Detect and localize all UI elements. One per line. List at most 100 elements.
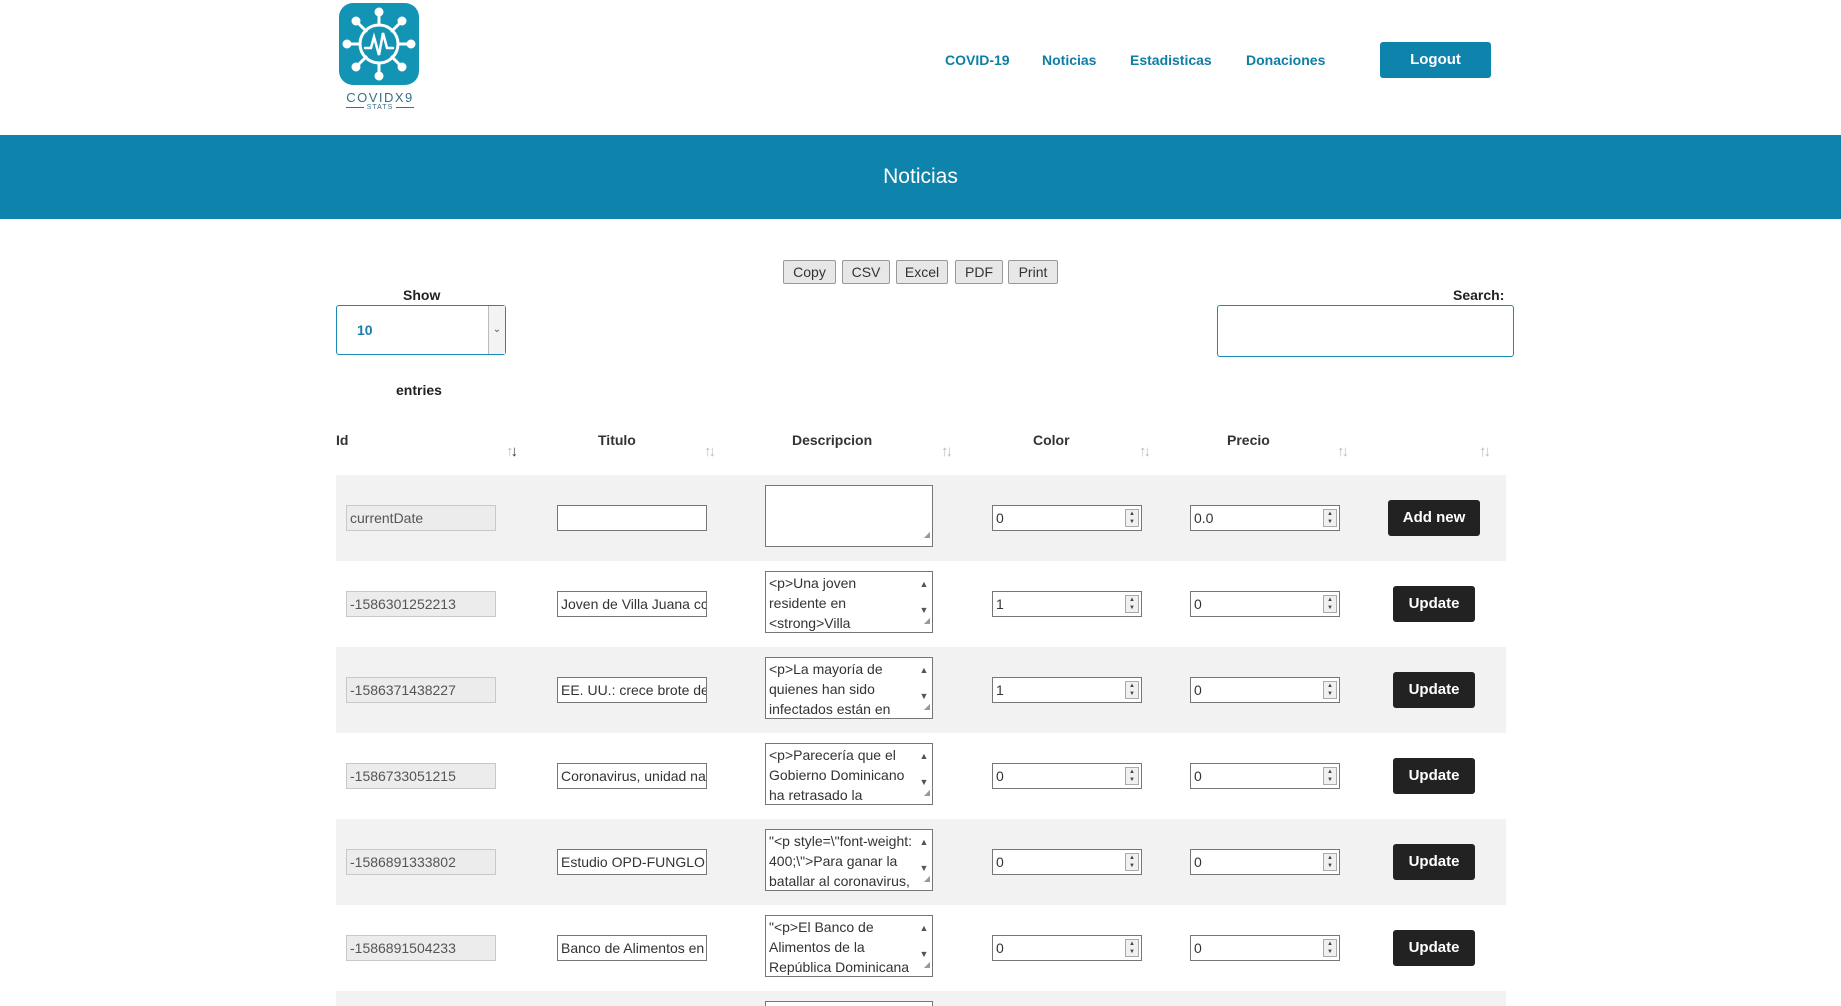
column-header-precio[interactable]: Precio	[1227, 432, 1270, 448]
color-input[interactable]: 0 ▲ ▼	[992, 935, 1142, 961]
spinner-icon[interactable]: ▲ ▼	[1125, 509, 1139, 527]
precio-input[interactable]: 0 ▲ ▼	[1190, 591, 1340, 617]
table-row	[336, 991, 1506, 1006]
nav-link-covid19[interactable]: COVID-19	[945, 52, 1010, 68]
column-header-id[interactable]: Id	[336, 432, 348, 448]
sort-icon[interactable]: ↑↓	[1337, 443, 1349, 460]
spinner-icon[interactable]: ▲ ▼	[1323, 853, 1337, 871]
color-value: 0	[996, 940, 1004, 956]
table-row: -1586301252213 Joven de Villa Juana cc <…	[336, 561, 1506, 647]
entries-label: entries	[396, 382, 442, 398]
spinner-icon[interactable]: ▲ ▼	[1323, 509, 1337, 527]
titulo-input[interactable]: Joven de Villa Juana cc	[557, 591, 707, 617]
precio-input[interactable]: 0 ▲ ▼	[1190, 849, 1340, 875]
nav-link-estadisticas[interactable]: Estadisticas	[1130, 52, 1212, 68]
precio-value: 0	[1194, 940, 1202, 956]
id-field: -1586301252213	[346, 591, 496, 617]
spinner-icon[interactable]: ▲ ▼	[1323, 595, 1337, 613]
spinner-icon[interactable]: ▲ ▼	[1323, 681, 1337, 699]
precio-value: 0	[1194, 596, 1202, 612]
resize-grip-icon[interactable]: ◢	[924, 525, 930, 545]
descripcion-text: <p>Una joven residente en <strong>Villa	[769, 575, 857, 631]
spinner-icon[interactable]: ▲ ▼	[1125, 767, 1139, 785]
update-button[interactable]: Update	[1393, 930, 1475, 966]
descripcion-textarea[interactable]: <p>Parecería que el Gobierno Dominicano …	[765, 743, 933, 805]
titulo-input[interactable]: Banco de Alimentos en	[557, 935, 707, 961]
precio-input[interactable]: 0 ▲ ▼	[1190, 935, 1340, 961]
brand-tagline: STATS	[338, 104, 422, 111]
color-value: 0	[996, 510, 1004, 526]
nav-link-donaciones[interactable]: Donaciones	[1246, 52, 1325, 68]
excel-button[interactable]: Excel	[896, 260, 948, 284]
sort-icon[interactable]: ↑↓	[1479, 443, 1491, 460]
precio-value: 0	[1194, 768, 1202, 784]
top-header: COVIDX9 STATS COVID-19 Noticias Estadist…	[0, 0, 1841, 135]
table-row: -1586371438227 EE. UU.: crece brote de <…	[336, 647, 1506, 733]
spinner-icon[interactable]: ▲ ▼	[1323, 939, 1337, 957]
color-input[interactable]: 1 ▲ ▼	[992, 591, 1142, 617]
descripcion-text: "<p>El Banco de Alimentos de la Repúblic…	[769, 919, 910, 975]
precio-value: 0.0	[1194, 510, 1214, 526]
descripcion-textarea[interactable]: ◢	[765, 485, 933, 547]
entries-select[interactable]: 10 ⌄	[336, 305, 506, 355]
color-input[interactable]: 1 ▲ ▼	[992, 677, 1142, 703]
descripcion-textarea[interactable]: <p>La mayoría de quienes han sido infect…	[765, 657, 933, 719]
brand-logo[interactable]: COVIDX9 STATS	[338, 2, 422, 112]
print-button[interactable]: Print	[1008, 260, 1058, 284]
sort-icon[interactable]: ↑↓	[941, 443, 953, 460]
column-header-color[interactable]: Color	[1033, 432, 1070, 448]
titulo-input[interactable]	[557, 505, 707, 531]
descripcion-textarea[interactable]: "<p>El Banco de Alimentos de la Repúblic…	[765, 915, 933, 977]
sort-icon[interactable]: ↑↓	[704, 443, 716, 460]
resize-grip-icon[interactable]: ◢	[924, 869, 930, 889]
resize-grip-icon[interactable]: ◢	[924, 955, 930, 975]
id-field: -1586733051215	[346, 763, 496, 789]
update-button[interactable]: Update	[1393, 758, 1475, 794]
resize-grip-icon[interactable]: ◢	[924, 697, 930, 717]
resize-grip-icon[interactable]: ◢	[924, 783, 930, 803]
pdf-button[interactable]: PDF	[955, 260, 1003, 284]
update-button[interactable]: Update	[1393, 844, 1475, 880]
logout-button[interactable]: Logout	[1380, 42, 1491, 78]
search-input[interactable]	[1217, 305, 1514, 357]
spinner-icon[interactable]: ▲ ▼	[1125, 939, 1139, 957]
color-input[interactable]: 0 ▲ ▼	[992, 505, 1142, 531]
copy-button[interactable]: Copy	[783, 260, 836, 284]
resize-grip-icon[interactable]: ◢	[924, 611, 930, 631]
table-row-new: currentDate ◢ 0 ▲ ▼ 0.0 ▲ ▼ Add new	[336, 475, 1506, 561]
spinner-icon[interactable]: ▲ ▼	[1125, 853, 1139, 871]
chevron-down-icon[interactable]: ⌄	[488, 306, 505, 354]
table-row: -1586891333802 Estudio OPD-FUNGLO "<p st…	[336, 819, 1506, 905]
color-value: 0	[996, 768, 1004, 784]
add-new-button[interactable]: Add new	[1388, 500, 1480, 536]
show-label: Show	[403, 287, 441, 303]
precio-input[interactable]: 0 ▲ ▼	[1190, 763, 1340, 789]
descripcion-text: "<p style=\"font-weight: 400;\">Para gan…	[769, 833, 913, 889]
descripcion-textarea[interactable]: <p>Una joven residente en <strong>Villa …	[765, 571, 933, 633]
sort-icon[interactable]: ↑↓	[1139, 443, 1151, 460]
nav-link-noticias[interactable]: Noticias	[1042, 52, 1096, 68]
precio-input[interactable]: 0.0 ▲ ▼	[1190, 505, 1340, 531]
titulo-input[interactable]: Estudio OPD-FUNGLO	[557, 849, 707, 875]
brand-name: COVIDX9	[346, 90, 414, 105]
table-row: -1586891504233 Banco de Alimentos en "<p…	[336, 905, 1506, 991]
sort-icon[interactable]: ↑↓	[506, 443, 518, 460]
precio-input[interactable]: 0 ▲ ▼	[1190, 677, 1340, 703]
descripcion-textarea[interactable]	[765, 1001, 933, 1006]
color-input[interactable]: 0 ▲ ▼	[992, 763, 1142, 789]
column-header-descripcion[interactable]: Descripcion	[792, 432, 872, 448]
spinner-icon[interactable]: ▲ ▼	[1125, 681, 1139, 699]
id-field: -1586891504233	[346, 935, 496, 961]
descripcion-text: <p>La mayoría de quienes han sido infect…	[769, 661, 891, 717]
column-header-titulo[interactable]: Titulo	[598, 432, 636, 448]
csv-button[interactable]: CSV	[842, 260, 890, 284]
spinner-icon[interactable]: ▲ ▼	[1323, 767, 1337, 785]
update-button[interactable]: Update	[1393, 586, 1475, 622]
color-input[interactable]: 0 ▲ ▼	[992, 849, 1142, 875]
titulo-input[interactable]: EE. UU.: crece brote de	[557, 677, 707, 703]
spinner-icon[interactable]: ▲ ▼	[1125, 595, 1139, 613]
page-banner: Noticias	[0, 135, 1841, 219]
titulo-input[interactable]: Coronavirus, unidad na	[557, 763, 707, 789]
descripcion-textarea[interactable]: "<p style=\"font-weight: 400;\">Para gan…	[765, 829, 933, 891]
update-button[interactable]: Update	[1393, 672, 1475, 708]
